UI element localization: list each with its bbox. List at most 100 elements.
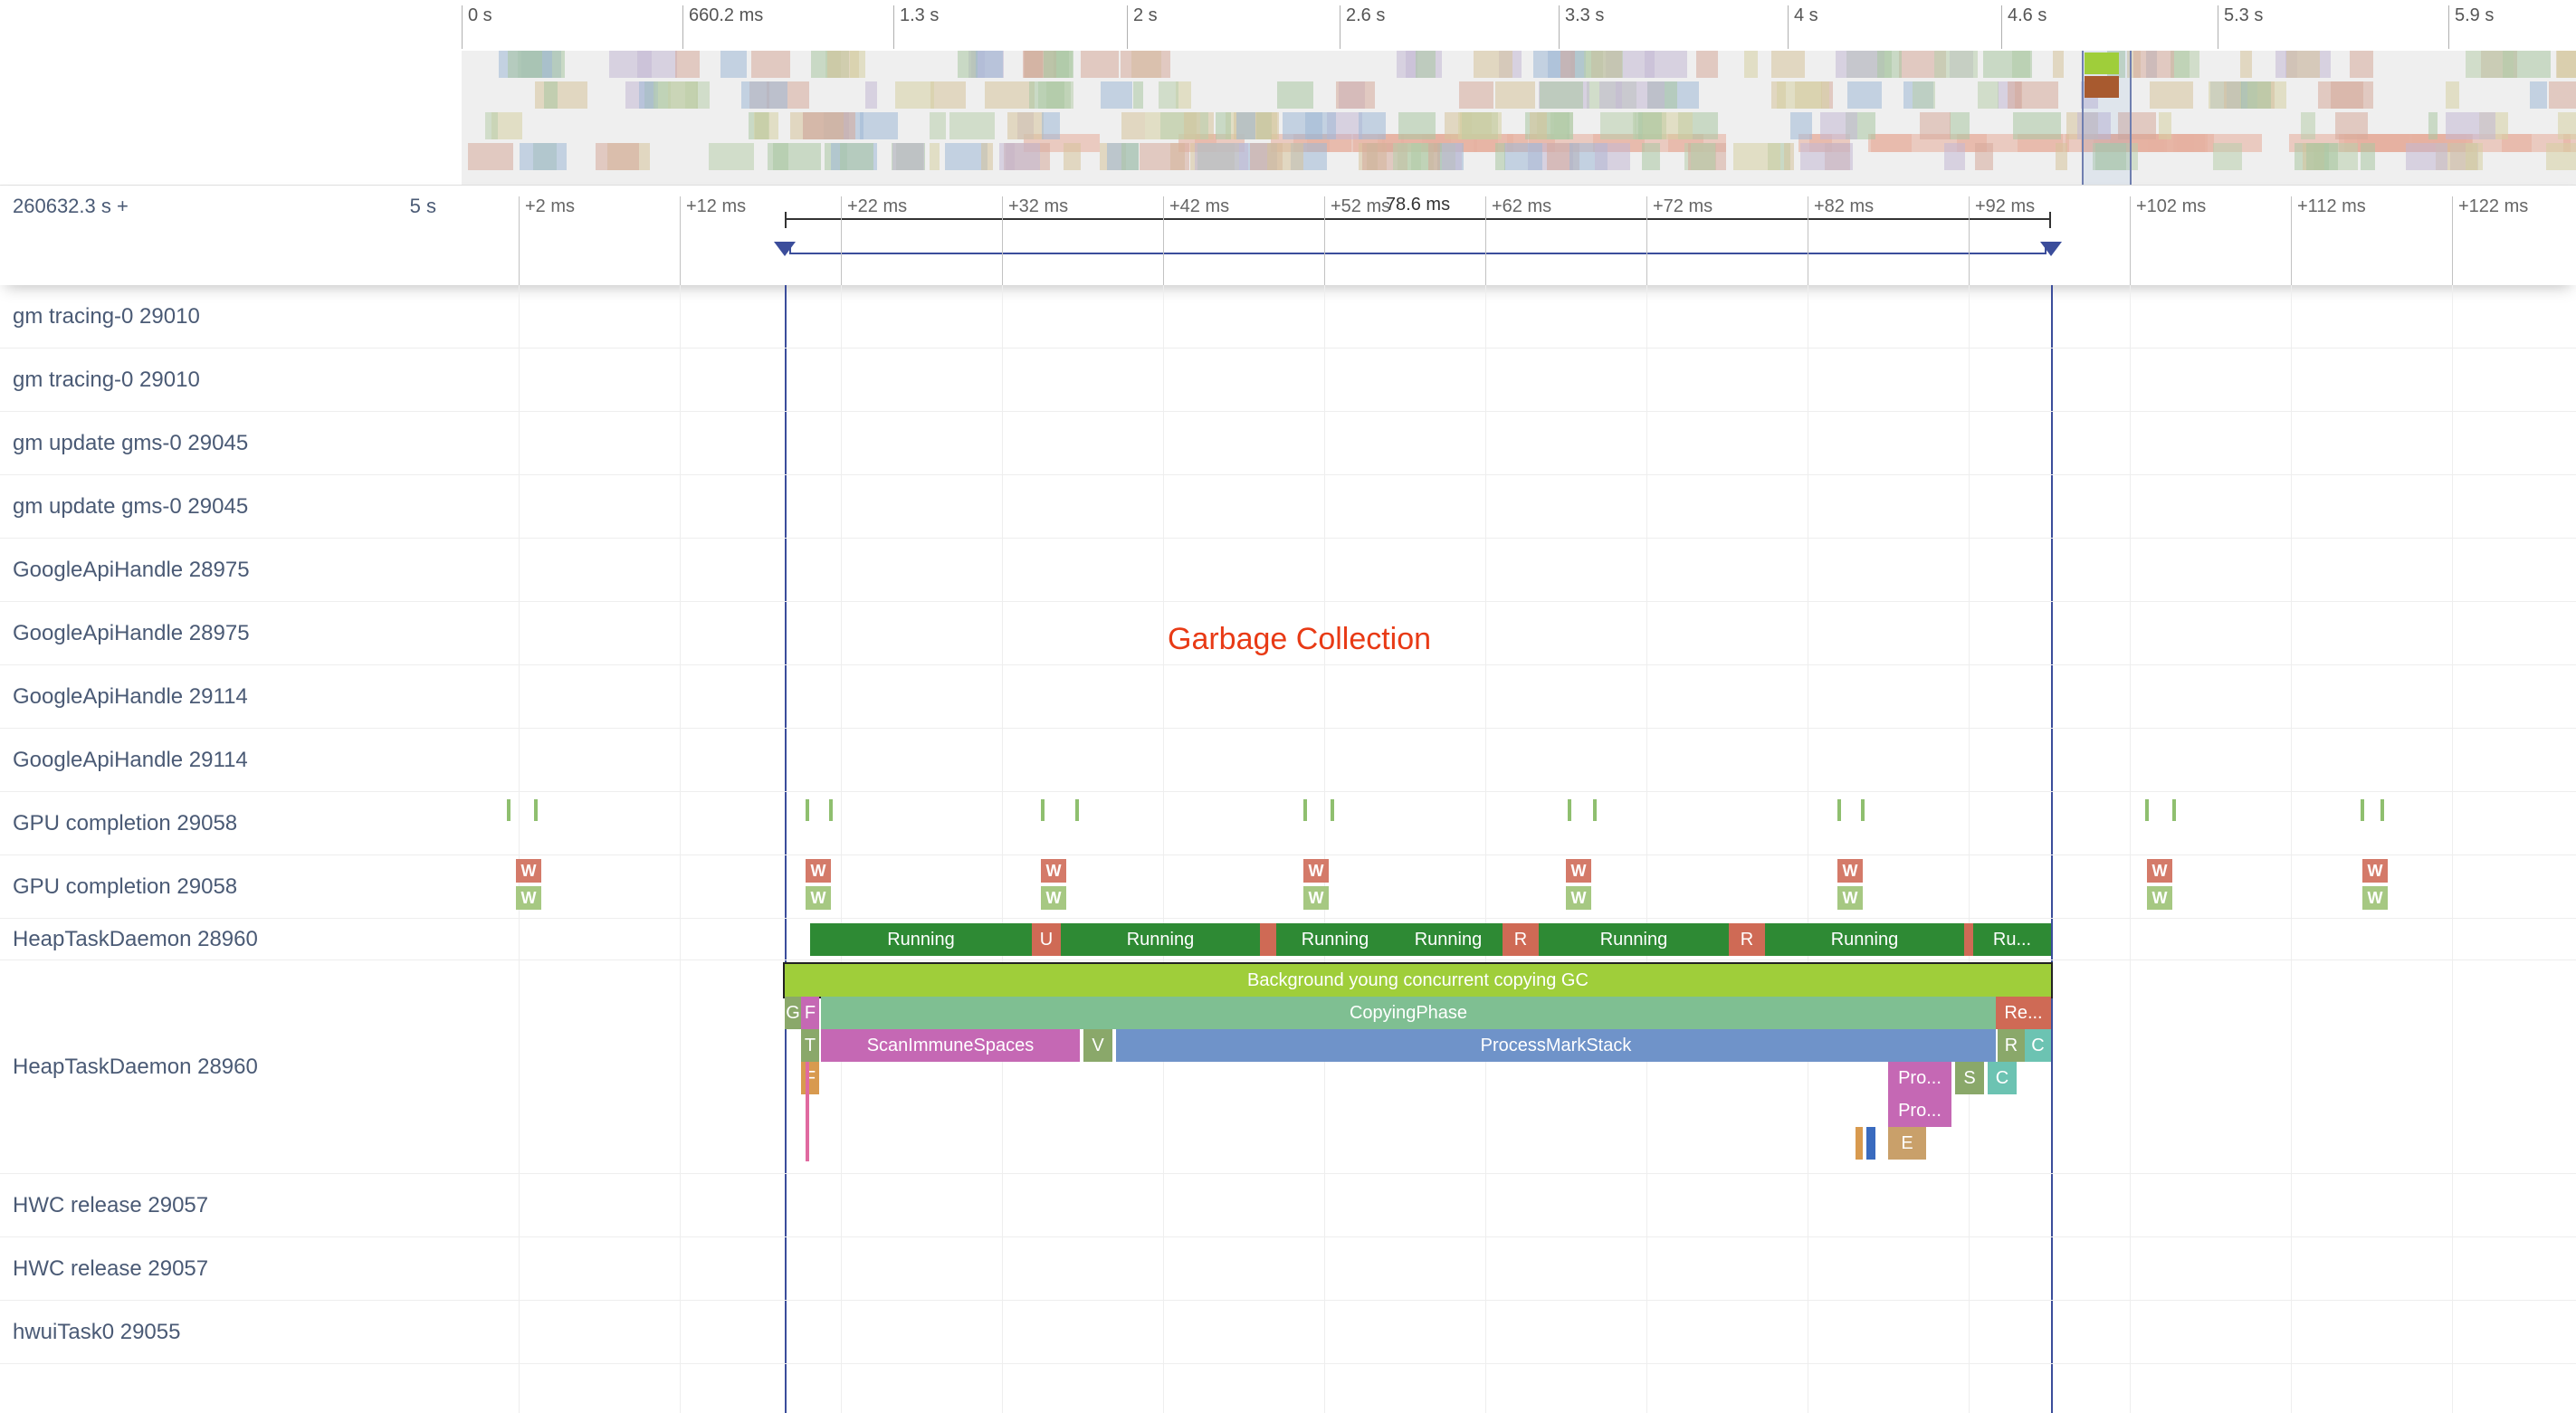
thread-row[interactable]: gm update gms-0 29045	[0, 412, 2576, 475]
thread-lane[interactable]	[462, 412, 2576, 474]
ruler-tick-label: +72 ms	[1653, 196, 1713, 217]
thread-state-slice[interactable]: R	[1729, 923, 1765, 956]
thread-row[interactable]: HeapTaskDaemon 28960RunningURunningRunni…	[0, 919, 2576, 960]
overview-minimap[interactable]: 0 s660.2 ms1.3 s2 s2.6 s3.3 s4 s4.6 s5.3…	[0, 0, 2576, 186]
ruler-tick: +2 ms	[519, 196, 520, 285]
overview-block	[1336, 81, 1375, 109]
trace-slice[interactable]: Pro...	[1888, 1062, 1951, 1094]
trace-slice[interactable]: C	[2025, 1029, 2051, 1062]
thread-row[interactable]: GoogleApiHandle 29114	[0, 665, 2576, 729]
ruler-tick: +52 ms	[1324, 196, 1325, 285]
trace-slice[interactable]: R	[1998, 1029, 2025, 1062]
thread-lane[interactable]	[462, 475, 2576, 538]
overview-block	[1133, 81, 1142, 109]
ruler-tick-label: +2 ms	[525, 196, 575, 217]
thread-label: gm update gms-0 29045	[13, 431, 248, 456]
thread-state-slice[interactable]: R	[1503, 923, 1539, 956]
overview-block	[2133, 51, 2174, 78]
trace-slice[interactable]: T	[801, 1029, 819, 1062]
thread-state-slice[interactable]: Running	[1539, 923, 1729, 956]
thread-state-slice[interactable]: Ru...	[1973, 923, 2051, 956]
overview-block	[1790, 112, 1812, 139]
thread-lane[interactable]	[462, 1301, 2576, 1363]
thread-row[interactable]: HWC release 29057	[0, 1174, 2576, 1237]
overview-tick-label: 4 s	[1794, 5, 1818, 26]
trace-slice[interactable]: V	[1083, 1029, 1112, 1062]
overview-tick: 1.3 s	[893, 5, 894, 49]
trace-slice[interactable]: F	[801, 1062, 819, 1094]
trace-slice[interactable]	[1856, 1127, 1863, 1160]
overview-block	[2406, 143, 2447, 170]
thread-row[interactable]: GoogleApiHandle 29114	[0, 729, 2576, 792]
trace-slice[interactable]	[806, 1062, 809, 1161]
overview-block	[1236, 112, 1256, 139]
thread-state-slice[interactable]: Running	[1061, 923, 1260, 956]
thread-state-slice[interactable]	[1964, 923, 1973, 956]
thread-lane[interactable]	[462, 602, 2576, 664]
ruler-range[interactable]: 78.6 ms	[785, 218, 2051, 243]
trace-slice[interactable]	[1866, 1127, 1875, 1160]
thread-row[interactable]: GoogleApiHandle 28975	[0, 539, 2576, 602]
thread-label: gm update gms-0 29045	[13, 494, 248, 520]
thread-row[interactable]: hwuiTask0 29055	[0, 1301, 2576, 1364]
ruler-timeline[interactable]: 78.6 ms +2 ms+12 ms+22 ms+32 ms+42 ms+52…	[462, 186, 2576, 285]
overview-block	[1023, 51, 1042, 78]
thread-row[interactable]: gm update gms-0 29045	[0, 475, 2576, 539]
trace-slice[interactable]: E	[1888, 1127, 1926, 1160]
thread-lane[interactable]	[462, 348, 2576, 411]
thread-lane[interactable]	[462, 1364, 2576, 1413]
overview-block	[1934, 51, 1978, 78]
overview-block	[840, 143, 873, 170]
thread-lane[interactable]	[462, 1237, 2576, 1300]
overview-timeline[interactable]: 0 s660.2 ms1.3 s2 s2.6 s3.3 s4 s4.6 s5.3…	[462, 0, 2576, 185]
trace-slice[interactable]: Background young concurrent copying GC	[785, 964, 2051, 997]
overview-tick-label: 1.3 s	[900, 5, 939, 26]
trace-slice[interactable]: F	[801, 997, 819, 1029]
time-ruler[interactable]: 260632.3 s + 5 s 78.6 ms +2 ms+12 ms+22 …	[0, 186, 2576, 285]
trace-slice[interactable]: C	[1988, 1062, 2017, 1094]
thread-state-slice[interactable]	[1260, 923, 1276, 956]
thread-row[interactable]: HeapTaskDaemon 28960 Background young con…	[0, 960, 2576, 1174]
thread-state-slice[interactable]: Running	[810, 923, 1032, 956]
thread-lane[interactable]	[462, 665, 2576, 728]
thread-row[interactable]: GPU completion 29058	[0, 792, 2576, 855]
trace-slice[interactable]: G	[785, 997, 801, 1029]
trace-slice[interactable]: CopyingPhase	[821, 997, 1996, 1029]
overview-block	[1216, 112, 1231, 139]
thread-state-slice[interactable]: Running	[1394, 923, 1503, 956]
thread-row[interactable]: HWC release 29057	[0, 1237, 2576, 1301]
overview-block	[1184, 112, 1199, 139]
thread-lane[interactable]	[462, 792, 2576, 854]
overview-block	[1305, 112, 1335, 139]
trace-slice[interactable]: ProcessMarkStack	[1116, 1029, 1996, 1062]
thread-state-slice[interactable]: Running	[1765, 923, 1964, 956]
overview-block	[741, 81, 787, 109]
thread-row[interactable]	[0, 1364, 2576, 1413]
thread-label: HeapTaskDaemon 28960	[13, 1055, 258, 1080]
overview-tick-label: 4.6 s	[2008, 5, 2046, 26]
trace-slice[interactable]: S	[1955, 1062, 1984, 1094]
thread-label: GoogleApiHandle 29114	[13, 748, 248, 773]
gpu-tick	[806, 799, 809, 821]
thread-lane[interactable]	[462, 1174, 2576, 1236]
thread-state-slice[interactable]: Running	[1276, 923, 1394, 956]
thread-lane[interactable]: WWWWWWWWWWWWWWWW	[462, 855, 2576, 918]
thread-row[interactable]: GPU completion 29058WWWWWWWWWWWWWWWW	[0, 855, 2576, 919]
thread-row[interactable]: gm tracing-0 29010	[0, 285, 2576, 348]
trace-slice[interactable]: ScanImmuneSpaces	[821, 1029, 1080, 1062]
thread-lane[interactable]: Background young concurrent copying GCGF…	[462, 960, 2576, 1173]
ruler-selection-bar[interactable]	[789, 242, 2046, 254]
thread-lane[interactable]	[462, 285, 2576, 348]
overview-block	[596, 143, 639, 170]
overview-block	[930, 143, 940, 170]
thread-state-slice[interactable]: U	[1032, 923, 1061, 956]
trace-slice[interactable]: Re...	[1996, 997, 2051, 1029]
ruler-tick-label: +32 ms	[1008, 196, 1068, 217]
thread-lane[interactable]	[462, 539, 2576, 601]
thread-lane[interactable]: RunningURunningRunningRunningRRunningRRu…	[462, 919, 2576, 960]
tracks-viewport[interactable]: gm tracing-0 29010gm tracing-0 29010 gm u…	[0, 285, 2576, 1413]
trace-slice[interactable]: Pro...	[1888, 1094, 1951, 1127]
thread-lane[interactable]	[462, 729, 2576, 791]
thread-row[interactable]: gm tracing-0 29010	[0, 348, 2576, 412]
overview-block	[1044, 51, 1073, 78]
